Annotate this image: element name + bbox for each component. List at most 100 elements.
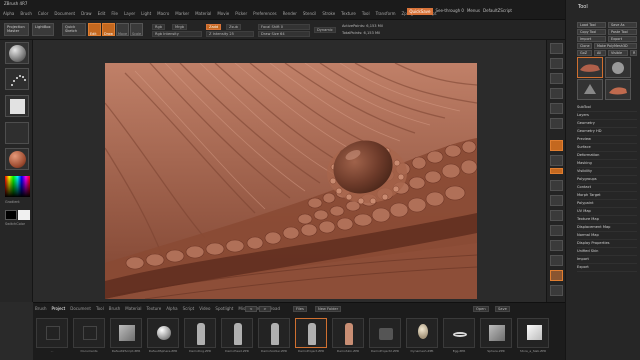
menu-layer[interactable]: Layer <box>124 11 135 16</box>
tool-thumb-simplebrush[interactable] <box>577 79 603 100</box>
goz-button[interactable]: GoZ <box>577 50 592 56</box>
actual-button[interactable] <box>550 103 563 114</box>
goz-r-button[interactable]: R <box>630 50 637 56</box>
lightbox-button[interactable]: LightBox <box>32 23 54 36</box>
projection-master-button[interactable]: Projection Master <box>4 23 29 36</box>
subpalette-uv-map[interactable]: UV Map <box>577 208 637 216</box>
bpr-button[interactable] <box>550 43 563 54</box>
menus-toggle[interactable]: Menus <box>467 8 480 15</box>
project-item[interactable]: Egg.ZPR <box>442 318 476 356</box>
lightbox-tab-spotlight[interactable]: Spotlight <box>215 306 233 311</box>
persp-button[interactable] <box>550 140 563 151</box>
z-intensity-slider[interactable]: Z Intensity 25 <box>206 31 254 37</box>
menu-transform[interactable]: Transform <box>376 11 396 16</box>
polyf-button[interactable] <box>550 255 563 266</box>
texture-palette-button[interactable] <box>5 122 29 144</box>
lightbox-tab-brush[interactable]: Brush <box>35 306 47 311</box>
menu-file[interactable]: File <box>111 11 118 16</box>
move-button[interactable]: Move <box>116 23 129 36</box>
project-item[interactable]: DemoSoldier.ZPR <box>257 318 291 356</box>
zoom-button[interactable] <box>550 88 563 99</box>
switch-color-button[interactable]: SwitchColor <box>5 222 25 226</box>
goz-visible-button[interactable]: Visible <box>608 50 628 56</box>
scale-button[interactable]: Scale <box>130 23 143 36</box>
tool-thumb-stun[interactable] <box>577 57 603 78</box>
subpalette-geometry-hd[interactable]: Geometry HD <box>577 128 637 136</box>
files-path[interactable]: Files <box>293 306 307 312</box>
clone-button[interactable]: Clone <box>577 43 592 49</box>
stroke-palette-button[interactable] <box>5 68 29 90</box>
tool-thumb-sphere[interactable] <box>605 57 631 78</box>
frame-button[interactable] <box>550 195 563 206</box>
gradient-label[interactable]: Gradient <box>5 200 20 204</box>
subpalette-deformation[interactable]: Deformation <box>577 152 637 160</box>
subpalette-displacement-map[interactable]: Displacement Map <box>577 224 637 232</box>
subpalette-contact[interactable]: Contact <box>577 184 637 192</box>
load-tool-button[interactable]: Load Tool <box>577 22 606 28</box>
project-item[interactable]: DefaultSphere.ZPR <box>146 318 180 356</box>
rgb-intensity-slider[interactable]: Rgb Intensity <box>152 31 202 37</box>
zsub-button[interactable]: Zsub <box>226 24 241 30</box>
subpalette-normal-map[interactable]: Normal Map <box>577 232 637 240</box>
project-item[interactable]: DefaultZScript.ZPR <box>109 318 143 356</box>
floor-button[interactable] <box>550 155 563 166</box>
nav-prev-button[interactable]: < <box>245 306 257 312</box>
save-as-button[interactable]: Save As <box>608 22 637 28</box>
subpalette-display-properties[interactable]: Display Properties <box>577 240 637 248</box>
rgb-button[interactable]: Rgb <box>152 24 166 30</box>
paste-tool-button[interactable]: Paste Tool <box>608 29 637 35</box>
tool-palette-title[interactable]: Tool <box>578 4 588 10</box>
menu-preferences[interactable]: Preferences <box>253 11 277 16</box>
transp-button[interactable] <box>550 270 563 281</box>
subpalette-export[interactable]: Export <box>577 264 637 272</box>
brush-palette-button[interactable] <box>5 42 29 64</box>
menu-document[interactable]: Document <box>54 11 75 16</box>
focal-shift-slider[interactable]: Focal Shift 0 <box>258 24 310 30</box>
rotate-view-button[interactable] <box>550 240 563 251</box>
subpalette-layers[interactable]: Layers <box>577 112 637 120</box>
subpalette-surface[interactable]: Surface <box>577 144 637 152</box>
copy-tool-button[interactable]: Copy Tool <box>577 29 606 35</box>
menu-brush[interactable]: Brush <box>20 11 32 16</box>
project-item[interactable]: Sphere.ZPR <box>479 318 513 356</box>
nav-next-button[interactable]: > <box>259 306 271 312</box>
subpalette-morph-target[interactable]: Morph Target <box>577 192 637 200</box>
color-picker[interactable] <box>5 176 30 197</box>
project-item[interactable]: Documents <box>72 318 106 356</box>
lightbox-tab-tool[interactable]: Tool <box>96 306 104 311</box>
subpalette-polygroups[interactable]: Polygroups <box>577 176 637 184</box>
menu-picker[interactable]: Picker <box>235 11 247 16</box>
menu-marker[interactable]: Marker <box>175 11 189 16</box>
aahalf-button[interactable] <box>550 118 563 129</box>
menu-edit[interactable]: Edit <box>98 11 106 16</box>
project-item[interactable]: DemoSkin.ZPR <box>331 318 365 356</box>
menu-macro[interactable]: Macro <box>157 11 169 16</box>
subpalette-import[interactable]: Import <box>577 256 637 264</box>
lightbox-tab-document[interactable]: Document <box>70 306 91 311</box>
lightbox-tab-material[interactable]: Material <box>125 306 141 311</box>
project-item[interactable]: Dynamesh.ZPR <box>405 318 439 356</box>
subpalette-unified-skin[interactable]: Unified Skin <box>577 248 637 256</box>
subpalette-visibility[interactable]: Visibility <box>577 168 637 176</box>
spix-button[interactable] <box>550 58 563 69</box>
lightbox-tab-script[interactable]: Script <box>183 306 195 311</box>
see-through-slider[interactable]: See-through 0 <box>436 8 464 15</box>
draw-size-slider[interactable]: Draw Size 64 <box>258 31 310 37</box>
menu-movie[interactable]: Movie <box>217 11 229 16</box>
menu-tool[interactable]: Tool <box>362 11 370 16</box>
xyz-button[interactable] <box>550 180 563 191</box>
material-palette-button[interactable] <box>5 148 29 170</box>
export-button[interactable]: Export <box>608 36 637 42</box>
subpalette-masking[interactable]: Masking <box>577 160 637 168</box>
menu-stencil[interactable]: Stencil <box>303 11 317 16</box>
lightbox-tab-texture[interactable]: Texture <box>147 306 162 311</box>
mrgb-button[interactable]: Mrgb <box>172 24 188 30</box>
goz-all-button[interactable]: All <box>594 50 606 56</box>
project-item[interactable]: DemoDog.ZPR <box>183 318 217 356</box>
import-button[interactable]: Import <box>577 36 606 42</box>
project-item[interactable]: ... <box>35 318 69 356</box>
new-folder-button[interactable]: New Folder <box>315 306 342 312</box>
project-item[interactable]: DemoProject2.ZPR <box>368 318 402 356</box>
menu-color[interactable]: Color <box>38 11 48 16</box>
solo-button[interactable] <box>550 285 563 296</box>
